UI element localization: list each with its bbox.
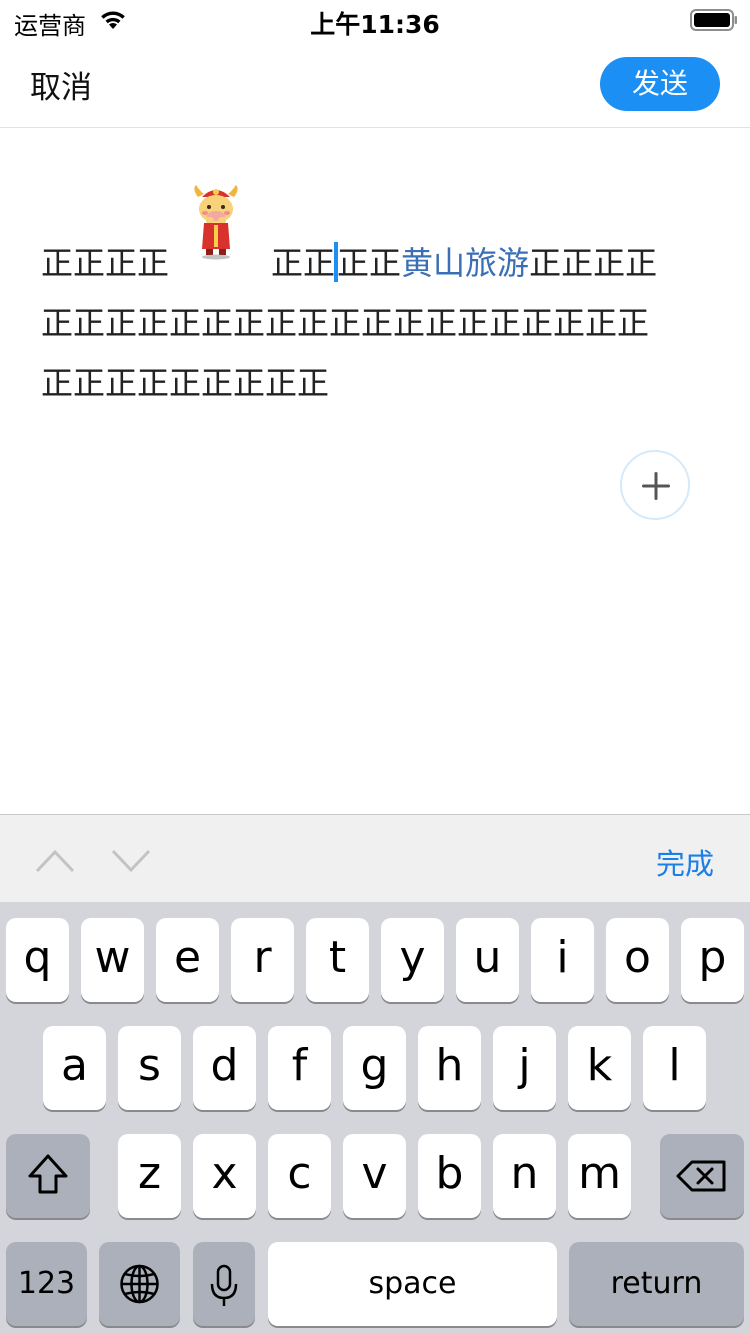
shift-key[interactable] [6, 1134, 90, 1218]
send-button[interactable]: 发送 [600, 57, 720, 111]
key-h[interactable]: h [418, 1026, 481, 1110]
done-button[interactable]: 完成 [656, 841, 714, 883]
key-y[interactable]: y [381, 918, 444, 1002]
text-editor[interactable]: 正正正正 正正正正黄山旅游正正正正 正正正正正正正正正正正正正正正正正正正 正正正… [0, 128, 750, 814]
keyboard: q w e r t y u i o p a s d f g h j k l z … [0, 902, 750, 1334]
editor-text: 正正正正 [529, 244, 658, 282]
microphone-icon [210, 1264, 238, 1306]
key-m[interactable]: m [568, 1134, 631, 1218]
key-s[interactable]: s [118, 1026, 181, 1110]
key-o[interactable]: o [606, 918, 669, 1002]
key-z[interactable]: z [118, 1134, 181, 1218]
globe-icon [120, 1264, 159, 1304]
add-attachment-button[interactable] [620, 450, 690, 520]
battery-icon [690, 9, 737, 31]
editor-line-2: 正正正正正正正正正正正正正正正正正正正 [41, 304, 650, 342]
key-c[interactable]: c [268, 1134, 331, 1218]
key-u[interactable]: u [456, 918, 519, 1002]
editor-text: 正正 [337, 244, 402, 282]
key-q[interactable]: q [6, 918, 69, 1002]
key-k[interactable]: k [568, 1026, 631, 1110]
key-x[interactable]: x [193, 1134, 256, 1218]
editor-line-1: 正正正正 正正正正黄山旅游正正正正 [41, 238, 657, 284]
shift-icon [28, 1154, 68, 1194]
editor-text: 正正 [271, 244, 336, 282]
key-g[interactable]: g [343, 1026, 406, 1110]
key-i[interactable]: i [531, 918, 594, 1002]
topic-tag-link[interactable]: 黄山旅游 [401, 238, 529, 284]
previous-field-button[interactable] [34, 845, 76, 875]
keyboard-accessory-bar: 完成 [0, 814, 750, 902]
key-n[interactable]: n [493, 1134, 556, 1218]
globe-key[interactable] [99, 1242, 180, 1326]
key-f[interactable]: f [268, 1026, 331, 1110]
key-a[interactable]: a [43, 1026, 106, 1110]
status-bar: 运营商 上午11:36 [0, 0, 750, 40]
space-key[interactable]: space [268, 1242, 557, 1326]
next-field-button[interactable] [110, 845, 152, 875]
key-r[interactable]: r [231, 918, 294, 1002]
cancel-button[interactable]: 取消 [30, 62, 92, 107]
delete-key[interactable] [660, 1134, 744, 1218]
numbers-key[interactable]: 123 [6, 1242, 87, 1326]
key-d[interactable]: d [193, 1026, 256, 1110]
status-time: 上午11:36 [310, 10, 440, 39]
key-w[interactable]: w [81, 918, 144, 1002]
plus-icon [642, 472, 670, 500]
key-b[interactable]: b [418, 1134, 481, 1218]
editor-line-3: 正正正正正正正正正 [41, 364, 330, 402]
key-v[interactable]: v [343, 1134, 406, 1218]
sticker-placeholder [169, 242, 271, 274]
key-p[interactable]: p [681, 918, 744, 1002]
key-e[interactable]: e [156, 918, 219, 1002]
backspace-icon [676, 1160, 726, 1192]
nav-bar: 取消 发送 [0, 40, 750, 128]
return-key[interactable]: return [569, 1242, 744, 1326]
key-j[interactable]: j [493, 1026, 556, 1110]
key-l[interactable]: l [643, 1026, 706, 1110]
key-t[interactable]: t [306, 918, 369, 1002]
editor-text: 正正正正 [41, 244, 170, 282]
dictation-key[interactable] [193, 1242, 255, 1326]
